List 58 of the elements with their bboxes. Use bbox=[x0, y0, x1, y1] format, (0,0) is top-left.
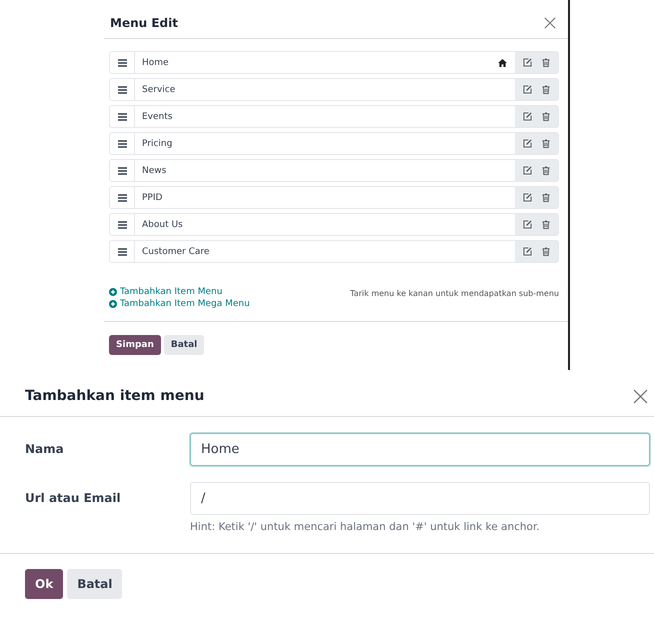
menu-item-label: News bbox=[141, 164, 168, 178]
confirm-button[interactable]: Ok bbox=[25, 569, 64, 599]
add-menu-link[interactable]: Tambahkan Item Mega Menu bbox=[109, 299, 250, 309]
trash-icon[interactable] bbox=[542, 58, 550, 67]
menu-item-row[interactable]: About Us bbox=[109, 213, 559, 236]
hint-text: Hint: Ketik '/' untuk mencari halaman dan '#' untuk link ke anchor. bbox=[190, 521, 541, 533]
plus-circle-icon bbox=[109, 288, 117, 296]
menu-item-row[interactable]: News bbox=[109, 159, 559, 182]
trash-icon[interactable] bbox=[542, 220, 550, 229]
text-field[interactable]: Home bbox=[190, 433, 650, 466]
text-field[interactable]: / bbox=[190, 482, 650, 515]
close-icon[interactable] bbox=[544, 17, 556, 29]
edit-icon[interactable] bbox=[523, 166, 532, 175]
dialog-title: Menu Edit bbox=[110, 16, 178, 30]
menu-item-row[interactable]: PPID bbox=[109, 186, 559, 209]
drag-handle-icon[interactable] bbox=[118, 194, 126, 202]
edit-icon[interactable] bbox=[523, 193, 532, 202]
menu-item-row[interactable]: Pricing bbox=[109, 132, 559, 155]
confirm-button[interactable]: Simpan bbox=[109, 335, 161, 355]
trash-icon[interactable] bbox=[542, 193, 550, 202]
field-label: Url atau Email bbox=[25, 490, 122, 507]
menu-item-label: Events bbox=[141, 110, 174, 124]
edit-icon[interactable] bbox=[523, 85, 532, 94]
drag-handle-icon[interactable] bbox=[118, 220, 126, 228]
field-label: Nama bbox=[25, 441, 65, 458]
menu-item-label: PPID bbox=[141, 192, 164, 204]
menu-item-label: About Us bbox=[141, 218, 184, 232]
edit-icon[interactable] bbox=[523, 58, 532, 67]
trash-icon[interactable] bbox=[542, 112, 550, 121]
drag-handle-icon[interactable] bbox=[118, 58, 126, 66]
trash-icon[interactable] bbox=[542, 85, 550, 94]
menu-item-row[interactable]: Events bbox=[109, 105, 559, 128]
menu-item-label: Home bbox=[141, 56, 170, 70]
menu-item-label: Pricing bbox=[141, 138, 174, 150]
drag-handle-icon[interactable] bbox=[118, 140, 126, 148]
edit-icon[interactable] bbox=[523, 247, 532, 256]
close-icon[interactable] bbox=[633, 388, 648, 404]
hint-text: Tarik menu ke kanan untuk mendapatkan sub-menu bbox=[350, 288, 559, 300]
menu-item-row[interactable]: Customer Care bbox=[109, 240, 559, 263]
cancel-button[interactable]: Batal bbox=[67, 569, 122, 599]
plus-circle-icon bbox=[109, 300, 117, 308]
trash-icon[interactable] bbox=[542, 139, 550, 148]
menu-item-row[interactable]: Home bbox=[109, 51, 559, 74]
edit-icon[interactable] bbox=[523, 220, 532, 229]
trash-icon[interactable] bbox=[542, 166, 550, 175]
edit-icon[interactable] bbox=[523, 139, 532, 148]
add-menu-link[interactable]: Tambahkan Item Menu bbox=[109, 287, 250, 297]
trash-icon[interactable] bbox=[542, 247, 550, 256]
menu-item-label: Customer Care bbox=[141, 246, 210, 258]
drag-handle-icon[interactable] bbox=[118, 248, 126, 256]
cancel-button[interactable]: Batal bbox=[164, 335, 204, 355]
drag-handle-icon[interactable] bbox=[118, 86, 126, 94]
drag-handle-icon[interactable] bbox=[118, 166, 126, 174]
menu-item-label: Service bbox=[141, 84, 176, 96]
dialog-title: Tambahkan item menu bbox=[25, 388, 204, 404]
drag-handle-icon[interactable] bbox=[118, 112, 126, 120]
edit-icon[interactable] bbox=[523, 112, 532, 121]
menu-item-row[interactable]: Service bbox=[109, 78, 559, 101]
